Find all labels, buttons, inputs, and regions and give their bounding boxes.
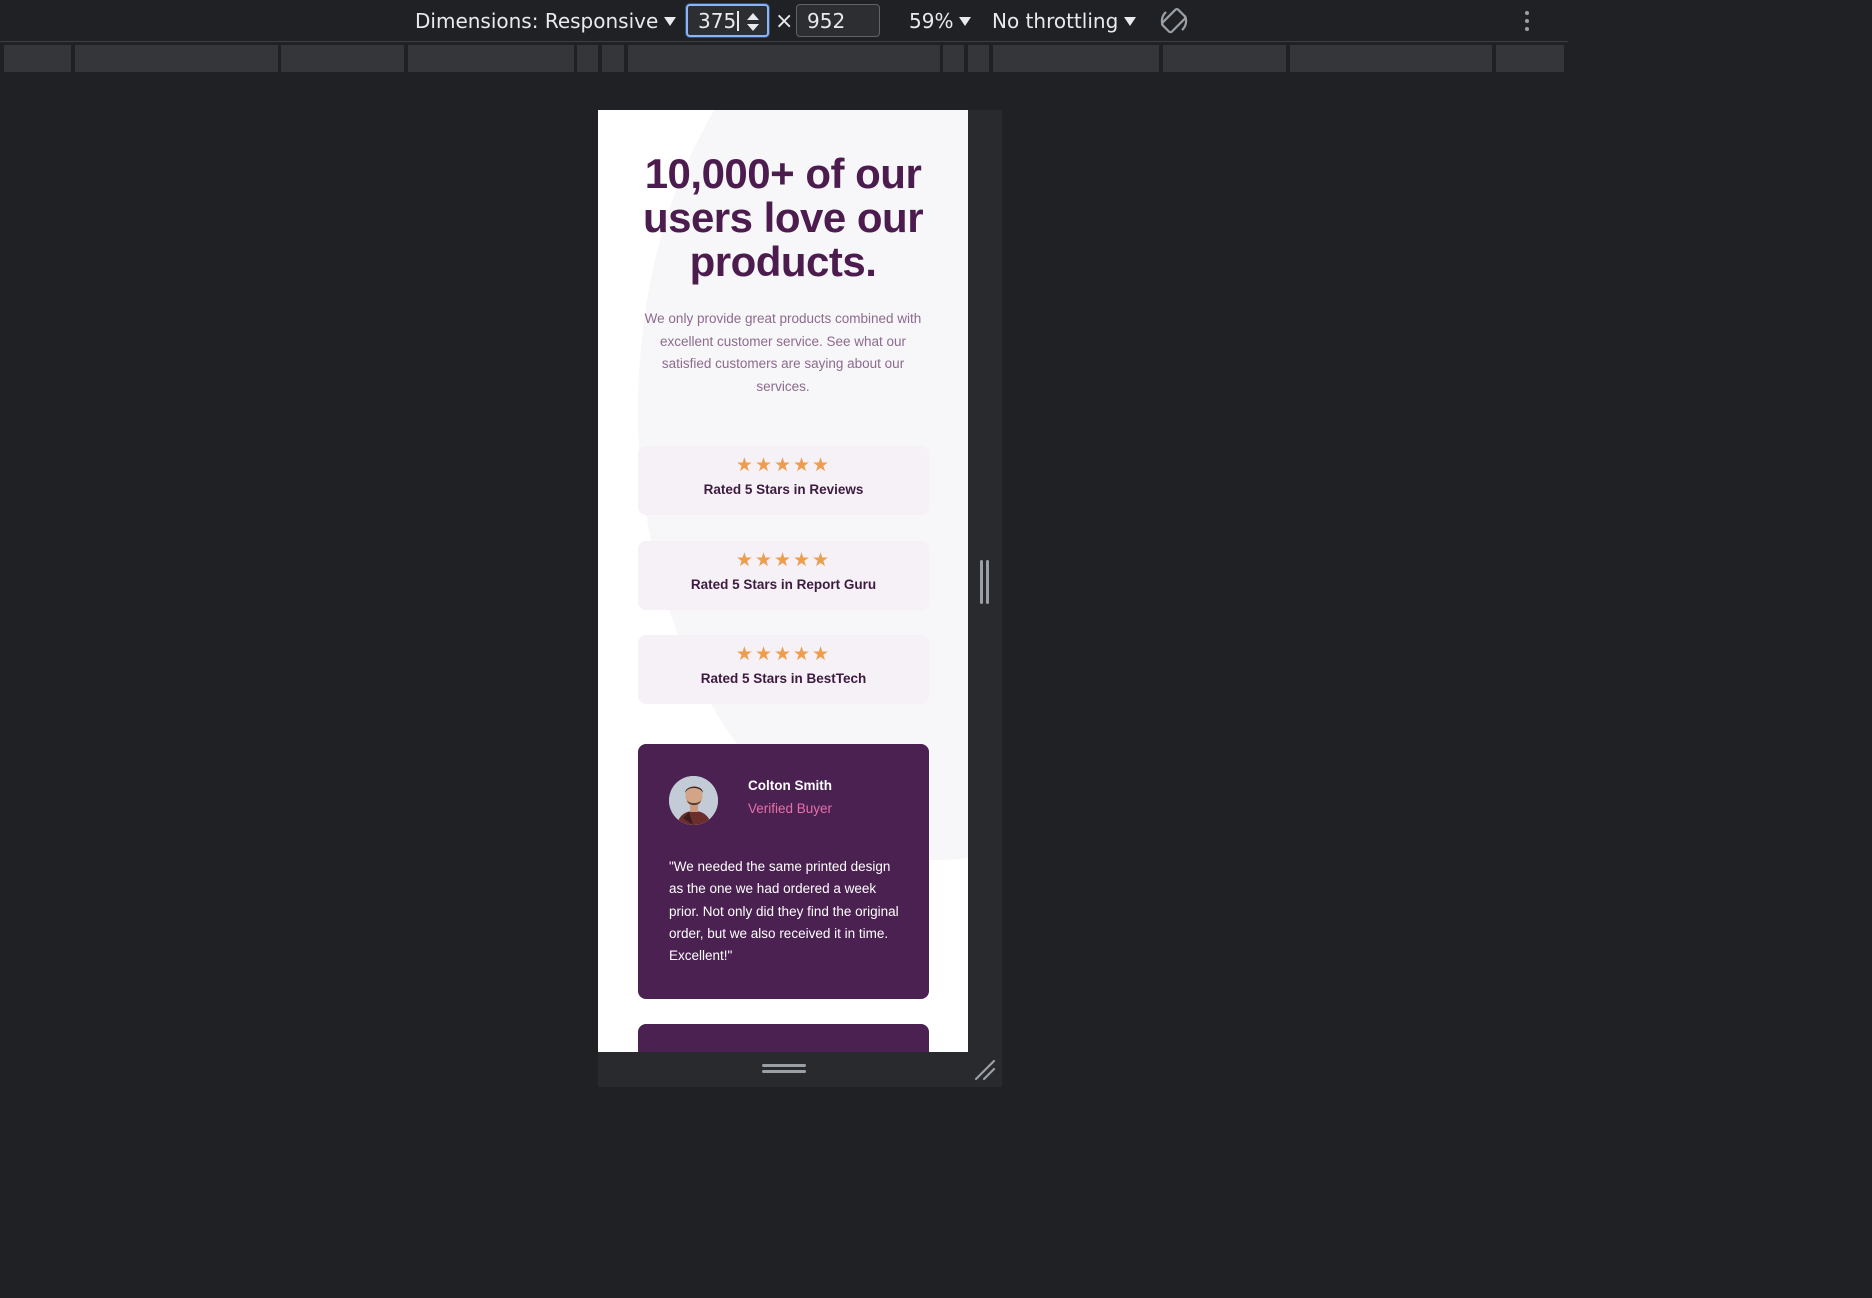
media-query-bar: [0, 44, 1568, 74]
media-query-segment[interactable]: [602, 45, 624, 72]
rating-label: Rated 5 Stars in BestTech: [700, 671, 867, 686]
text-cursor: [737, 10, 740, 31]
emulated-viewport: 10,000+ of our users love our products. …: [598, 110, 968, 1052]
page-title: 10,000+ of our users love our products.: [642, 150, 924, 285]
media-query-segment[interactable]: [75, 45, 278, 72]
height-input[interactable]: 952: [796, 4, 880, 37]
zoom-dropdown[interactable]: 59%: [909, 0, 972, 42]
media-query-segment[interactable]: [281, 45, 404, 72]
media-query-segment[interactable]: [577, 45, 598, 72]
star-rating-icon: ★★★★★: [735, 550, 832, 571]
times-separator: ×: [775, 8, 794, 34]
rating-card: ★★★★★ Rated 5 Stars in BestTech: [638, 635, 929, 704]
testimonial-quote: "We needed the same printed design as th…: [669, 859, 899, 964]
rating-label: Rated 5 Stars in Report Guru: [690, 577, 877, 592]
chevron-down-icon: [664, 16, 677, 26]
throttling-label: No throttling: [992, 9, 1119, 33]
media-query-segment[interactable]: [628, 45, 940, 72]
stepper-icon[interactable]: [747, 12, 759, 32]
zoom-label: 59%: [909, 9, 954, 33]
more-options-icon[interactable]: [1522, 11, 1532, 31]
chevron-down-icon: [1124, 16, 1137, 26]
media-query-segment[interactable]: [1290, 45, 1492, 72]
dimensions-label: Dimensions: Responsive: [415, 9, 659, 33]
rating-card: ★★★★★ Rated 5 Stars in Report Guru: [638, 541, 929, 610]
testimonial-card: [638, 1024, 929, 1052]
testimonial-card: Colton Smith Verified Buyer "We needed t…: [638, 744, 929, 999]
media-query-segment[interactable]: [4, 45, 71, 72]
resize-handle-bottom[interactable]: [762, 1064, 806, 1074]
star-rating-icon: ★★★★★: [735, 455, 832, 476]
rating-card: ★★★★★ Rated 5 Stars in Reviews: [638, 446, 929, 515]
reviewer-name: Colton Smith: [748, 778, 832, 793]
resize-corner-icon[interactable]: [973, 1058, 997, 1082]
width-input[interactable]: 375: [686, 4, 769, 37]
page-subtext: We only provide great products combined …: [644, 311, 922, 394]
reviewer-role: Verified Buyer: [748, 801, 833, 816]
media-query-segment[interactable]: [993, 45, 1159, 72]
resize-handle-right[interactable]: [980, 560, 992, 604]
star-rating-icon: ★★★★★: [735, 644, 832, 665]
width-value: 375: [698, 8, 737, 33]
throttling-dropdown[interactable]: No throttling: [992, 0, 1137, 42]
avatar: [669, 776, 718, 825]
media-query-segment[interactable]: [408, 45, 574, 72]
rotate-icon[interactable]: [1157, 0, 1191, 42]
media-query-segment[interactable]: [1163, 45, 1286, 72]
height-value: 952: [807, 8, 846, 33]
media-query-segment[interactable]: [943, 45, 964, 72]
media-query-segment[interactable]: [968, 45, 989, 72]
media-query-segment[interactable]: [1496, 45, 1564, 72]
device-toolbar: Dimensions: Responsive 375 × 952 59% No …: [0, 0, 1568, 42]
dimensions-dropdown[interactable]: Dimensions: Responsive: [415, 0, 677, 42]
chevron-down-icon: [959, 16, 972, 26]
rating-label: Rated 5 Stars in Reviews: [703, 482, 864, 497]
